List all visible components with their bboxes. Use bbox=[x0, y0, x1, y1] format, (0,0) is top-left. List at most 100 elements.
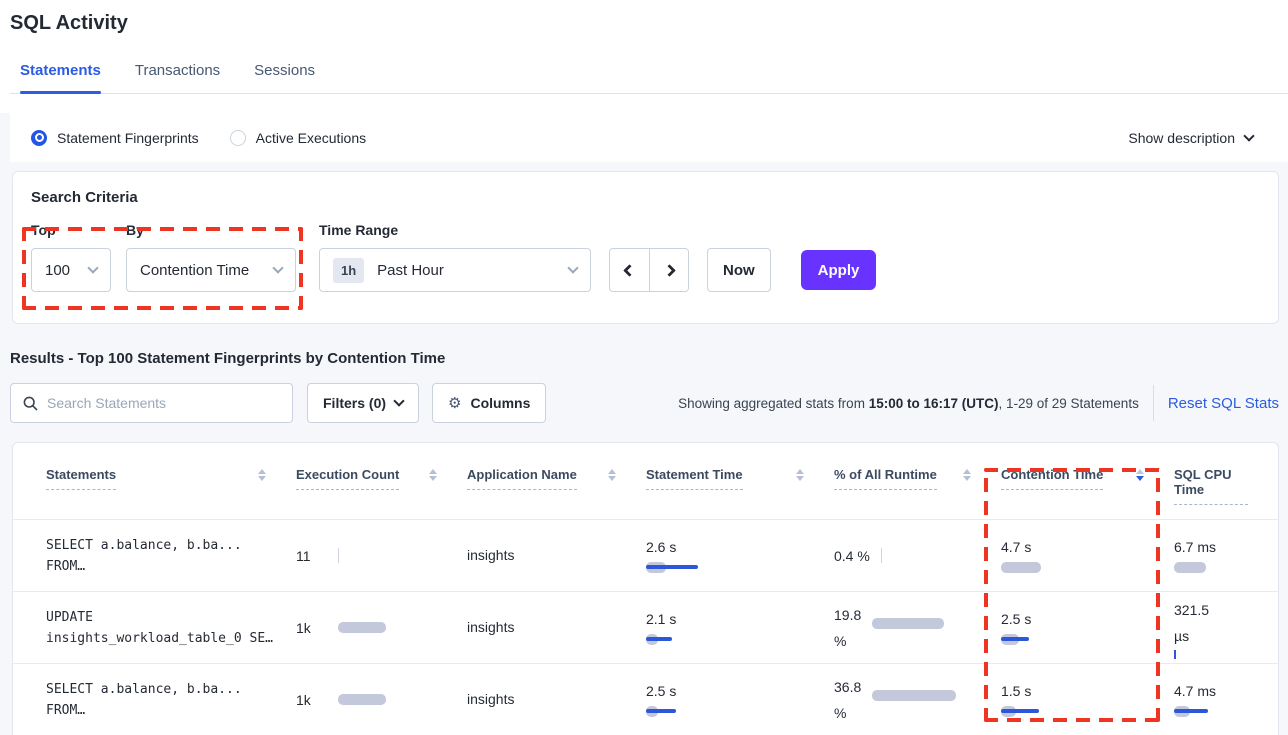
aggregated-stats-text: Showing aggregated stats from 15:00 to 1… bbox=[678, 396, 1139, 411]
column-header-statements[interactable]: Statements bbox=[13, 443, 296, 520]
count-bar bbox=[338, 622, 386, 633]
sort-icon-descending[interactable] bbox=[1136, 469, 1144, 481]
sort-icon[interactable] bbox=[608, 469, 616, 481]
time-range-label: Time Range bbox=[319, 222, 591, 238]
column-header-application-name[interactable]: Application Name bbox=[467, 443, 646, 520]
statement-fingerprint-link[interactable]: SELECT a.balance, b.ba... FROM… bbox=[46, 679, 278, 721]
sql-cpu-time-cell: 321.5 µs bbox=[1174, 597, 1260, 659]
statement-time-cell: 2.1 s bbox=[646, 611, 816, 645]
by-field: By Contention Time bbox=[126, 222, 296, 292]
next-time-range-button[interactable] bbox=[649, 249, 688, 291]
radio-statement-fingerprints[interactable]: Statement Fingerprints bbox=[31, 130, 199, 146]
top-select[interactable]: 100 bbox=[31, 248, 111, 292]
table-header-row: Statements Execution Count Application N… bbox=[13, 443, 1278, 520]
table-row: SELECT a.balance, b.ba... FROM… 1k insig… bbox=[13, 664, 1278, 735]
time-bar-line bbox=[646, 637, 672, 641]
results-toolbar: Filters (0) ⚙ Columns Showing aggregated… bbox=[10, 383, 1279, 423]
table-row: SELECT a.balance, b.ba... FROM… 11 insig… bbox=[13, 520, 1278, 592]
apply-button[interactable]: Apply bbox=[801, 250, 877, 290]
results-heading: Results - Top 100 Statement Fingerprints… bbox=[10, 350, 1288, 367]
previous-time-range-button[interactable] bbox=[610, 249, 649, 291]
runtime-bar bbox=[872, 618, 944, 629]
sort-icon[interactable] bbox=[963, 469, 971, 481]
search-icon bbox=[23, 396, 38, 411]
application-name-cell: insights bbox=[467, 691, 514, 707]
page-title: SQL Activity bbox=[10, 12, 1288, 35]
statement-fingerprint-link[interactable]: UPDATE insights_workload_table_0 SE… bbox=[46, 607, 278, 649]
filters-button[interactable]: Filters (0) bbox=[307, 383, 419, 423]
execution-count-cell: 1k bbox=[296, 620, 449, 636]
radio-selected-icon[interactable] bbox=[31, 130, 47, 146]
tab-bar: Statements Transactions Sessions bbox=[10, 62, 1288, 94]
by-select-value: Contention Time bbox=[140, 262, 249, 279]
radio-label: Statement Fingerprints bbox=[57, 130, 199, 146]
radio-active-executions[interactable]: Active Executions bbox=[230, 130, 367, 146]
tab-statements[interactable]: Statements bbox=[20, 62, 101, 93]
time-bar-line bbox=[646, 709, 676, 713]
columns-label: Columns bbox=[470, 395, 530, 411]
pct-runtime-cell: 19.8 % bbox=[834, 602, 983, 654]
by-select[interactable]: Contention Time bbox=[126, 248, 296, 292]
time-bar bbox=[1001, 562, 1041, 573]
search-statements-box[interactable] bbox=[10, 383, 293, 423]
pct-runtime-cell: 36.8 % bbox=[834, 674, 983, 726]
chevron-down-icon bbox=[1243, 130, 1254, 141]
statement-time-cell: 2.5 s bbox=[646, 683, 816, 717]
chevron-left-icon bbox=[623, 264, 636, 277]
count-bar bbox=[338, 694, 386, 705]
sort-icon[interactable] bbox=[258, 469, 266, 481]
page-header: SQL Activity Statements Transactions Ses… bbox=[0, 0, 1288, 94]
radio-label: Active Executions bbox=[256, 130, 367, 146]
statement-time-cell: 2.6 s bbox=[646, 539, 816, 573]
show-description-label: Show description bbox=[1128, 130, 1235, 146]
time-range-badge: 1h bbox=[333, 258, 364, 283]
contention-time-cell: 1.5 s bbox=[1001, 683, 1156, 717]
statement-fingerprint-link[interactable]: SELECT a.balance, b.ba... FROM… bbox=[46, 535, 278, 577]
time-bar-line bbox=[1174, 709, 1208, 713]
by-label: By bbox=[126, 222, 296, 238]
radio-unselected-icon[interactable] bbox=[230, 130, 246, 146]
show-description-toggle[interactable]: Show description bbox=[1128, 130, 1253, 146]
runtime-tick-bar bbox=[881, 548, 882, 563]
time-range-select[interactable]: 1h Past Hour bbox=[319, 248, 591, 292]
search-criteria-title: Search Criteria bbox=[31, 189, 1260, 206]
column-header-execution-count[interactable]: Execution Count bbox=[296, 443, 467, 520]
time-bar-line bbox=[1001, 709, 1039, 713]
chevron-down-icon bbox=[567, 262, 578, 273]
gear-icon: ⚙ bbox=[448, 394, 461, 412]
column-header-contention-time[interactable]: Contention Time bbox=[1001, 443, 1174, 520]
column-header-statement-time[interactable]: Statement Time bbox=[646, 443, 834, 520]
vertical-divider bbox=[1153, 385, 1154, 421]
top-label: Top bbox=[31, 222, 111, 238]
sql-cpu-time-cell: 6.7 ms bbox=[1174, 539, 1260, 573]
chevron-right-icon bbox=[663, 264, 676, 277]
contention-time-cell: 2.5 s bbox=[1001, 611, 1156, 645]
pct-runtime-cell: 0.4 % bbox=[834, 548, 983, 564]
tab-transactions[interactable]: Transactions bbox=[135, 62, 220, 93]
table-row: UPDATE insights_workload_table_0 SE… 1k … bbox=[13, 592, 1278, 664]
now-button[interactable]: Now bbox=[707, 248, 771, 292]
column-header-sql-cpu-time[interactable]: SQL CPU Time bbox=[1174, 443, 1278, 520]
chevron-down-icon bbox=[272, 262, 283, 273]
top-field: Top 100 bbox=[31, 222, 111, 292]
top-select-value: 100 bbox=[45, 262, 70, 279]
page-content: Statement Fingerprints Active Executions… bbox=[0, 113, 1288, 735]
sort-icon[interactable] bbox=[796, 469, 804, 481]
sql-cpu-time-cell: 4.7 ms bbox=[1174, 683, 1260, 717]
execution-count-cell: 11 bbox=[296, 548, 449, 564]
application-name-cell: insights bbox=[467, 547, 514, 563]
runtime-bar bbox=[872, 690, 956, 701]
count-tick-bar bbox=[338, 548, 339, 563]
columns-button[interactable]: ⚙ Columns bbox=[432, 383, 546, 423]
column-header-pct-runtime[interactable]: % of All Runtime bbox=[834, 443, 1001, 520]
stats-time-range: 15:00 to 16:17 (UTC) bbox=[869, 396, 999, 411]
reset-sql-stats-link[interactable]: Reset SQL Stats bbox=[1168, 395, 1279, 412]
sort-icon[interactable] bbox=[429, 469, 437, 481]
tab-sessions[interactable]: Sessions bbox=[254, 62, 315, 93]
search-statements-input[interactable] bbox=[47, 395, 280, 411]
statements-table-card: Statements Execution Count Application N… bbox=[12, 442, 1279, 735]
time-range-step-buttons bbox=[609, 248, 689, 292]
search-criteria-panel: Search Criteria Top 100 By Contention Ti… bbox=[12, 171, 1279, 324]
time-range-value: Past Hour bbox=[377, 262, 444, 279]
chevron-down-icon bbox=[87, 262, 98, 273]
